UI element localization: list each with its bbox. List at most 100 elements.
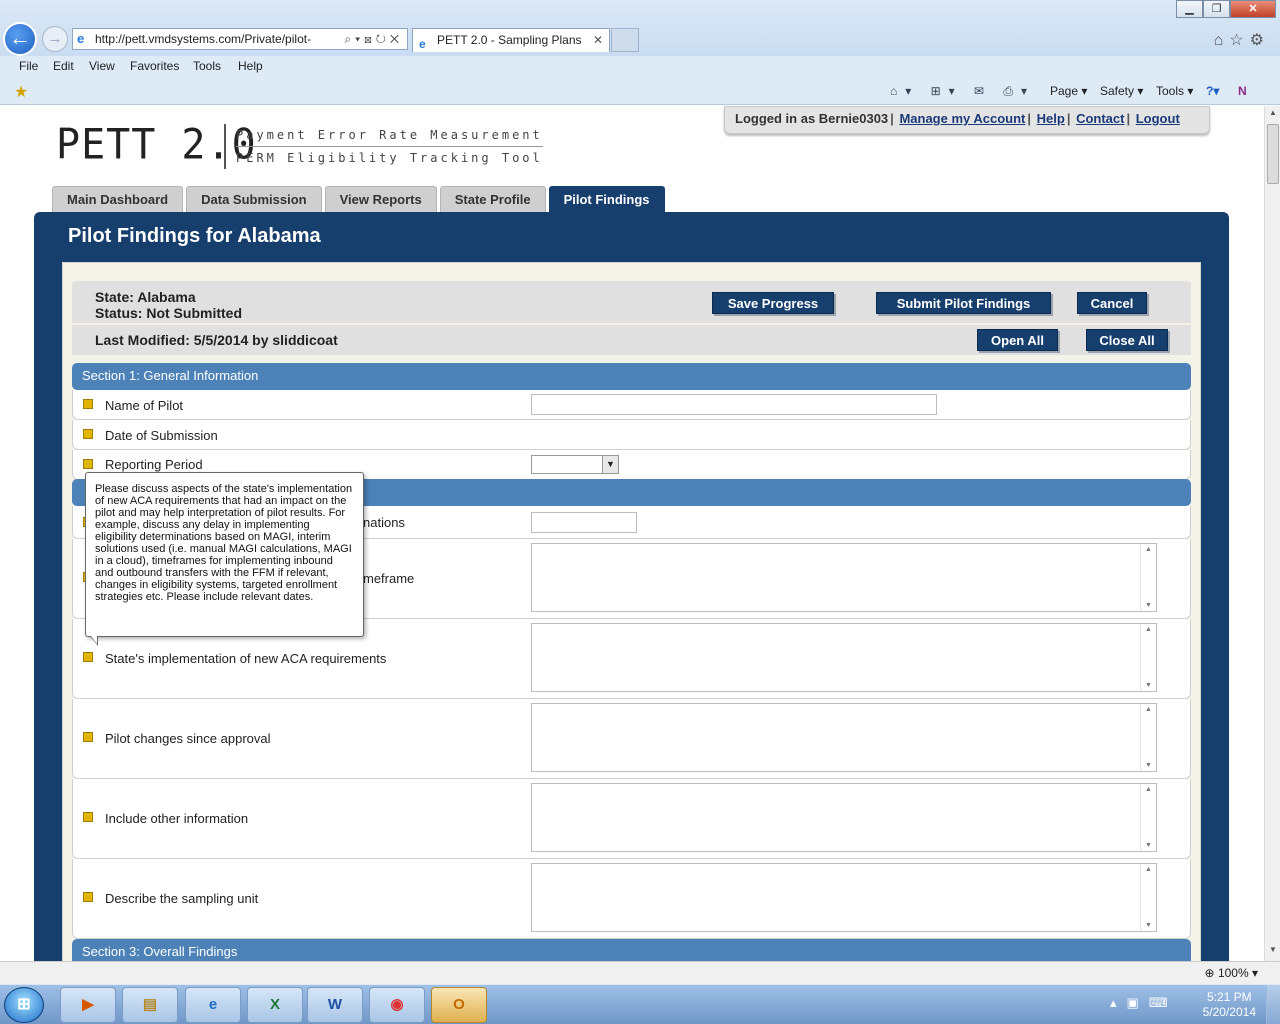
section-3-header[interactable]: Section 3: Overall Findings	[72, 939, 1191, 961]
internet-explorer-icon[interactable]: e	[185, 987, 241, 1023]
tools-menu[interactable]: Tools ▾	[1156, 84, 1193, 98]
back-button[interactable]: ←	[3, 22, 37, 56]
tab-main-dashboard[interactable]: Main Dashboard	[52, 186, 184, 212]
section-1-header[interactable]: Section 1: General Information	[72, 363, 1191, 390]
menu-file[interactable]: File	[19, 59, 38, 73]
home-favorites-settings-icon[interactable]: ⌂☆⚙	[1214, 30, 1270, 50]
outlook-icon[interactable]: O	[431, 987, 487, 1023]
scroll-thumb[interactable]	[1267, 124, 1279, 184]
safety-menu[interactable]: Safety ▾	[1100, 84, 1143, 98]
logo-subtitle: Payment Error Rate Measurement PERM Elig…	[224, 124, 543, 169]
menu-bar: File Edit View Favorites Tools Help	[0, 56, 1280, 80]
address-bar[interactable]: e http://pett.vmdsystems.com/Private/pil…	[72, 28, 408, 50]
determinations-input[interactable]	[531, 512, 637, 533]
open-all-button[interactable]: Open All	[977, 329, 1058, 351]
tab-pilot-findings[interactable]: Pilot Findings	[548, 186, 665, 212]
textarea-scrollbar[interactable]: ▲ ▼	[1140, 784, 1156, 851]
zoom-level[interactable]: ⊕ 100% ▾	[1205, 966, 1258, 980]
forward-button[interactable]: →	[42, 26, 68, 52]
logout-link[interactable]: Logout	[1136, 111, 1180, 126]
file-explorer-icon[interactable]: ▤	[122, 987, 178, 1023]
field-bullet-icon	[83, 652, 93, 662]
aca-textarea[interactable]: ▲ ▼	[531, 623, 1157, 692]
clock[interactable]: 5:21 PM 5/20/2014	[1203, 990, 1256, 1020]
address-controls-icon[interactable]: ⌕▾⊠↻✕	[344, 29, 403, 49]
command-icons[interactable]: ⌂▾ ⊞▾ ✉ ⎙▾	[890, 84, 1035, 99]
row-sampling-unit: Describe the sampling unit ▲ ▼	[72, 859, 1191, 939]
close-tab-icon[interactable]: ✕	[593, 29, 603, 51]
tab-view-reports[interactable]: View Reports	[324, 186, 437, 212]
word-icon[interactable]: W	[307, 987, 363, 1023]
ie-page-icon: e	[77, 31, 85, 46]
textarea-scrollbar[interactable]: ▲ ▼	[1140, 704, 1156, 771]
onenote-icon[interactable]: N	[1238, 84, 1247, 98]
row-pilot-changes: Pilot changes since approval ▲ ▼	[72, 699, 1191, 779]
maximize-button[interactable]: ❐	[1203, 0, 1230, 18]
logged-in-text: Logged in as Bernie0303	[735, 111, 889, 126]
close-window-button[interactable]: ✕	[1230, 0, 1276, 18]
close-all-button[interactable]: Close All	[1086, 329, 1168, 351]
textarea-scrollbar[interactable]: ▲ ▼	[1140, 624, 1156, 691]
cancel-button[interactable]: Cancel	[1077, 292, 1147, 314]
pilot-changes-textarea[interactable]: ▲ ▼	[531, 703, 1157, 772]
field-bullet-icon	[83, 732, 93, 742]
clock-time: 5:21 PM	[1206, 990, 1252, 1004]
scroll-up-icon[interactable]: ▲	[1265, 108, 1280, 122]
menu-edit[interactable]: Edit	[53, 59, 74, 73]
help-icon[interactable]: ?▾	[1206, 84, 1219, 98]
browser-tab-title: PETT 2.0 - Sampling Plans	[437, 33, 582, 47]
tab-data-submission[interactable]: Data Submission	[186, 186, 322, 212]
show-desktop-button[interactable]	[1266, 985, 1280, 1024]
chevron-down-icon: ▼	[602, 456, 618, 473]
field-label: Name of Pilot	[105, 398, 184, 413]
help-link[interactable]: Help	[1037, 111, 1065, 126]
clock-date: 5/20/2014	[1202, 1005, 1256, 1019]
textarea-scrollbar[interactable]: ▲ ▼	[1140, 544, 1156, 611]
field-label: Pilot changes since approval	[105, 731, 271, 746]
tray-icons[interactable]: ▴▣⌨	[1110, 995, 1178, 1011]
browser-tab[interactable]: e PETT 2.0 - Sampling Plans ✕	[412, 28, 610, 52]
favorites-star-icon[interactable]: ★	[14, 82, 28, 102]
window-controls: ▁ ❐ ✕	[1176, 0, 1276, 18]
submit-pilot-findings-button[interactable]: Submit Pilot Findings	[876, 292, 1051, 314]
minimize-button[interactable]: ▁	[1176, 0, 1203, 18]
page-menu[interactable]: Page ▾	[1050, 84, 1087, 98]
row-other-information: Include other information ▲ ▼	[72, 779, 1191, 859]
reporting-period-select[interactable]: ▼	[531, 455, 619, 474]
status-bar: ⊕ 100% ▾	[0, 961, 1280, 984]
field-bullet-icon	[83, 429, 93, 439]
excel-icon[interactable]: X	[247, 987, 303, 1023]
menu-favorites[interactable]: Favorites	[130, 59, 179, 73]
status-label: Status: Not Submitted	[95, 305, 242, 321]
menu-help[interactable]: Help	[238, 59, 263, 73]
start-button[interactable]: ⊞	[4, 987, 44, 1023]
save-progress-button[interactable]: Save Progress	[712, 292, 834, 314]
other-information-textarea[interactable]: ▲ ▼	[531, 783, 1157, 852]
new-tab-button[interactable]	[611, 28, 639, 52]
row-name-of-pilot: Name of Pilot	[72, 390, 1191, 420]
scroll-down-icon[interactable]: ▼	[1265, 945, 1280, 959]
page-scrollbar[interactable]: ▲ ▼	[1264, 106, 1280, 961]
field-label: State's implementation of new ACA requir…	[105, 651, 387, 666]
textarea-scrollbar[interactable]: ▲ ▼	[1140, 864, 1156, 931]
field-label: Include other information	[105, 811, 249, 826]
timeframe-textarea[interactable]: ▲ ▼	[531, 543, 1157, 612]
address-url: http://pett.vmdsystems.com/Private/pilot…	[95, 32, 312, 46]
contact-link[interactable]: Contact	[1076, 111, 1124, 126]
main-tabs: Main Dashboard Data Submission View Repo…	[52, 186, 668, 212]
account-bar: Logged in as Bernie0303 | Manage my Accou…	[724, 106, 1210, 134]
sampling-unit-textarea[interactable]: ▲ ▼	[531, 863, 1157, 932]
name-of-pilot-input[interactable]	[531, 394, 937, 415]
page-content: PETT 2.0 Payment Error Rate Measurement …	[0, 106, 1264, 961]
tab-state-profile[interactable]: State Profile	[439, 186, 546, 212]
media-player-icon[interactable]: ▶	[60, 987, 116, 1023]
zoom-value: 100%	[1217, 966, 1249, 980]
manage-account-link[interactable]: Manage my Account	[899, 111, 1025, 126]
ie-tab-icon: e	[419, 37, 426, 51]
logo-line-2: PERM Eligibility Tracking Tool	[236, 146, 543, 169]
field-label: Reporting Period	[105, 457, 203, 472]
menu-tools[interactable]: Tools	[193, 59, 221, 73]
field-label: Describe the sampling unit	[105, 891, 259, 906]
chrome-icon[interactable]: ◉	[369, 987, 425, 1023]
menu-view[interactable]: View	[89, 59, 115, 73]
